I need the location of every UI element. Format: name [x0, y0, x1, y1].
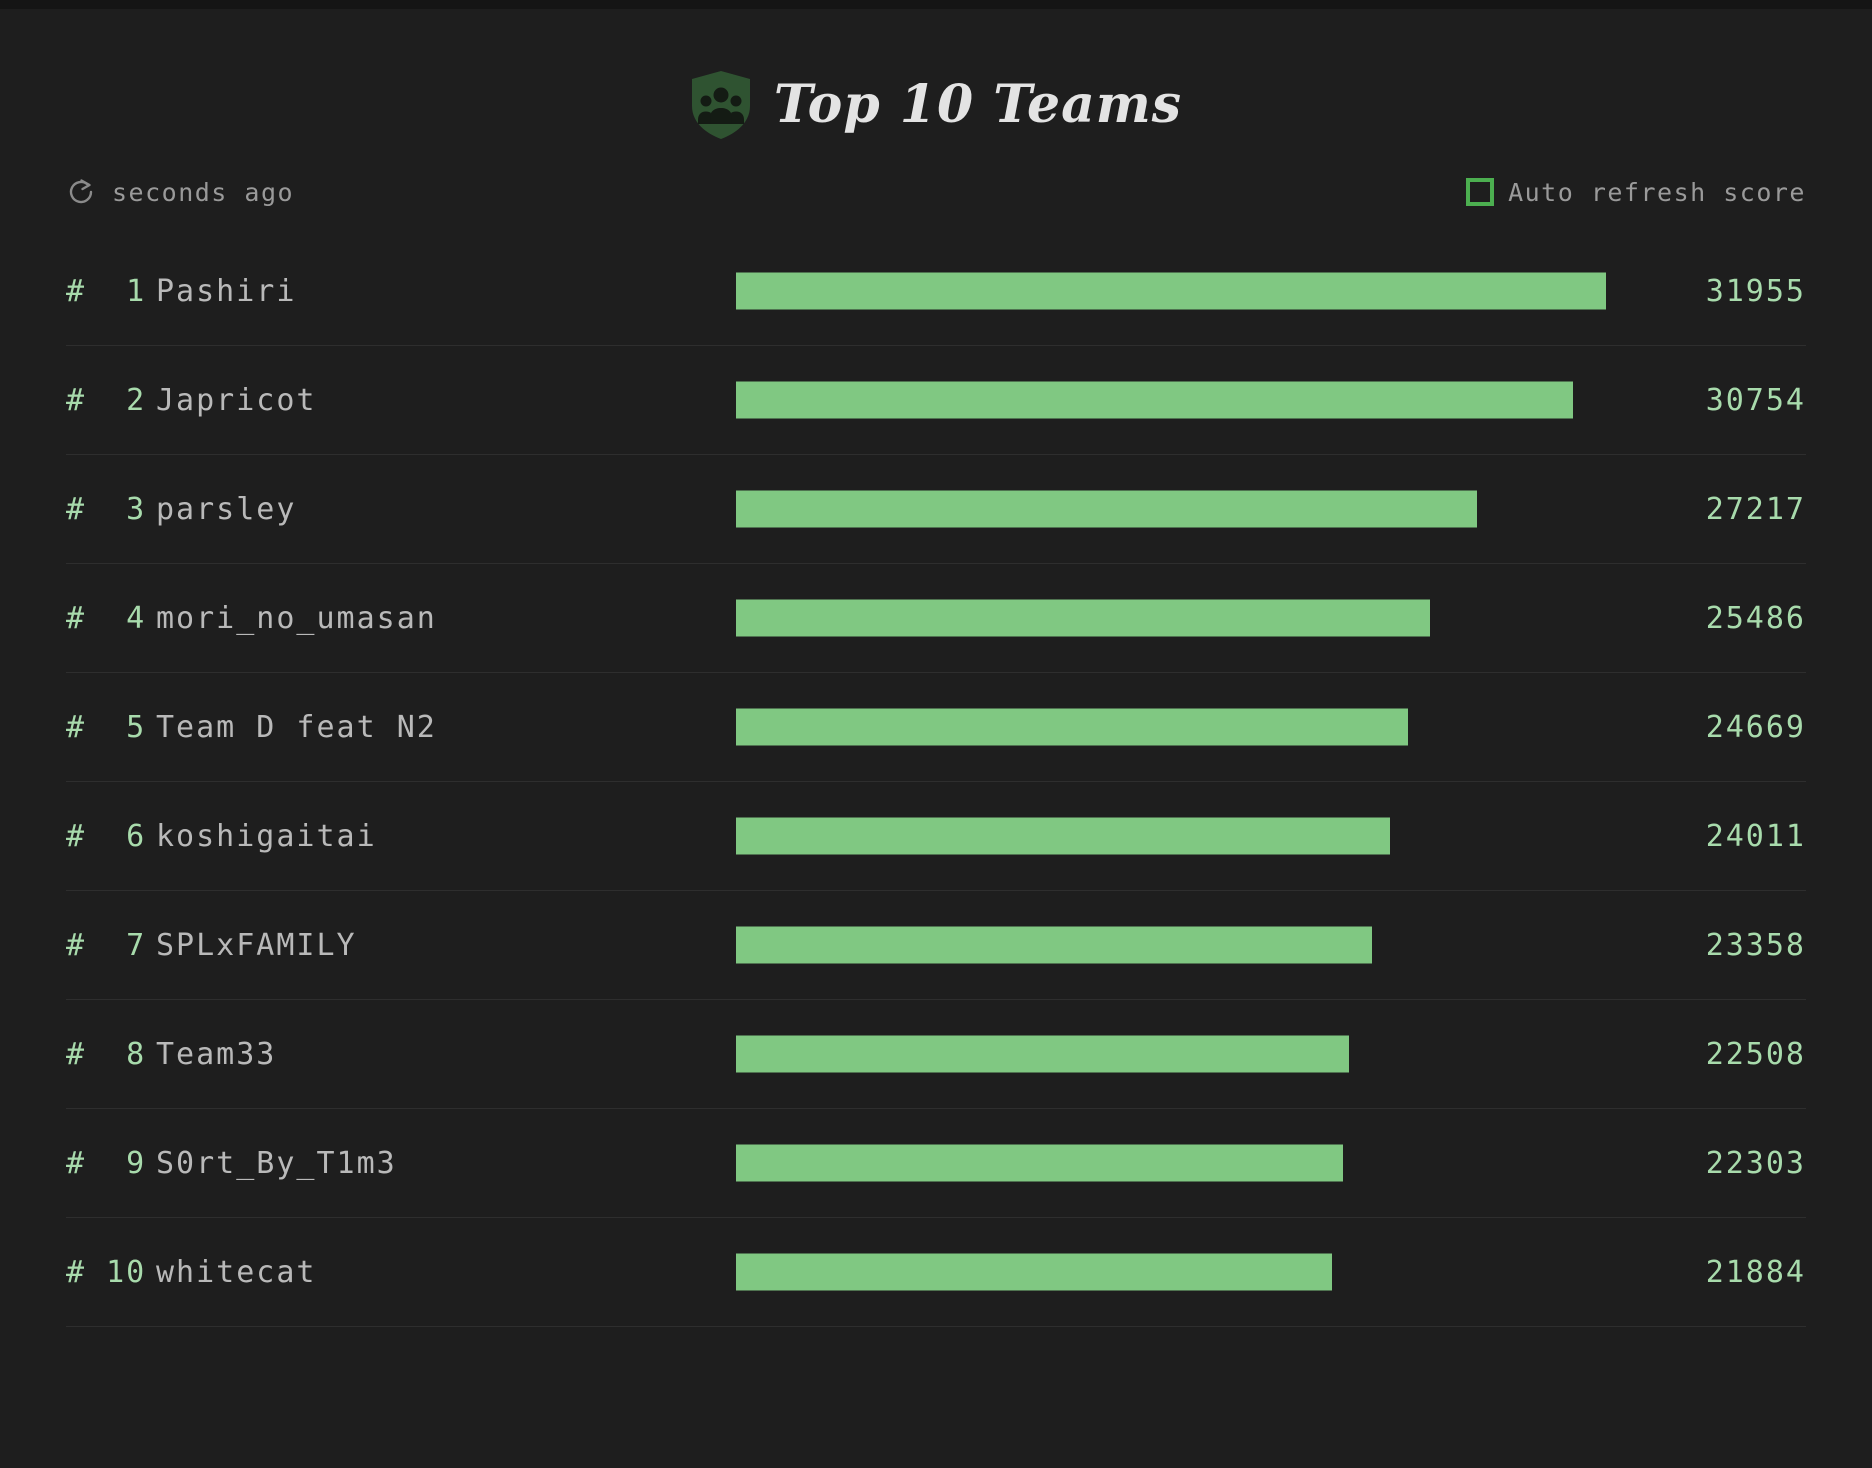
- team-name: parsley: [156, 491, 297, 527]
- score-value: 31955: [1705, 273, 1806, 309]
- table-row[interactable]: # 8 Team33 22508: [66, 1000, 1806, 1109]
- team-name: koshigaitai: [156, 818, 377, 854]
- rank-label: # 10: [66, 1254, 147, 1290]
- rank-label: # 3: [66, 491, 147, 527]
- auto-refresh-control[interactable]: Auto refresh score: [1466, 178, 1806, 207]
- score-bar: [736, 272, 1606, 310]
- table-row[interactable]: # 7 SPLxFAMILY 23358: [66, 891, 1806, 1000]
- team-name: Team33: [156, 1036, 277, 1072]
- table-row[interactable]: # 5 Team D feat N2 24669: [66, 673, 1806, 782]
- leaderboard-page: Top 10 Teams seconds ago Auto refresh sc…: [0, 0, 1872, 1468]
- score-bar-cell: [736, 673, 1606, 782]
- team-name: whitecat: [156, 1254, 317, 1290]
- score-value: 27217: [1705, 491, 1806, 527]
- score-bar: [736, 708, 1408, 746]
- table-row[interactable]: # 10 whitecat 21884: [66, 1218, 1806, 1327]
- auto-refresh-label: Auto refresh score: [1508, 177, 1806, 207]
- score-bar: [736, 1253, 1332, 1291]
- page-header: Top 10 Teams: [0, 9, 1872, 149]
- rank-label: # 7: [66, 927, 147, 963]
- top-strip: [0, 0, 1872, 9]
- leaderboard-table: # 1 Pashiri 31955 # 2 Japricot 30754 # 3 parsle…: [66, 237, 1806, 1327]
- score-value: 22508: [1705, 1036, 1806, 1072]
- score-value: 23358: [1705, 927, 1806, 963]
- score-bar-cell: [736, 346, 1606, 455]
- score-bar: [736, 599, 1430, 637]
- rank-label: # 4: [66, 600, 147, 636]
- team-name: Pashiri: [156, 273, 297, 309]
- score-bar-cell: [736, 1109, 1606, 1218]
- refresh-status[interactable]: seconds ago: [66, 177, 294, 207]
- score-bar-cell: [736, 891, 1606, 1000]
- score-bar-cell: [736, 237, 1606, 346]
- page-title: Top 10 Teams: [773, 74, 1183, 135]
- score-bar-cell: [736, 1218, 1606, 1327]
- controls-bar: seconds ago Auto refresh score: [66, 149, 1806, 213]
- table-row[interactable]: # 4 mori_no_umasan 25486: [66, 564, 1806, 673]
- team-name: SPLxFAMILY: [156, 927, 357, 963]
- refresh-icon[interactable]: [66, 177, 96, 207]
- score-bar: [736, 817, 1390, 855]
- team-name: S0rt_By_T1m3: [156, 1145, 397, 1181]
- score-bar: [736, 926, 1373, 964]
- rank-label: # 9: [66, 1145, 147, 1181]
- rank-label: # 1: [66, 273, 147, 309]
- score-bar: [736, 381, 1574, 419]
- rank-label: # 8: [66, 1036, 147, 1072]
- score-value: 21884: [1705, 1254, 1806, 1290]
- rank-label: # 6: [66, 818, 147, 854]
- score-value: 24669: [1705, 709, 1806, 745]
- table-row[interactable]: # 3 parsley 27217: [66, 455, 1806, 564]
- score-bar-cell: [736, 782, 1606, 891]
- score-value: 22303: [1705, 1145, 1806, 1181]
- shield-people-icon: [691, 71, 750, 139]
- table-row[interactable]: # 1 Pashiri 31955: [66, 237, 1806, 346]
- score-bar-cell: [736, 564, 1606, 673]
- team-name: mori_no_umasan: [156, 600, 437, 636]
- table-row[interactable]: # 2 Japricot 30754: [66, 346, 1806, 455]
- table-row[interactable]: # 6 koshigaitai 24011: [66, 782, 1806, 891]
- score-value: 30754: [1705, 382, 1806, 418]
- score-bar: [736, 490, 1478, 528]
- team-name: Team D feat N2: [156, 709, 437, 745]
- score-bar-cell: [736, 1000, 1606, 1109]
- team-name: Japricot: [156, 382, 317, 418]
- score-value: 25486: [1705, 600, 1806, 636]
- score-value: 24011: [1705, 818, 1806, 854]
- table-row[interactable]: # 9 S0rt_By_T1m3 22303: [66, 1109, 1806, 1218]
- score-bar: [736, 1035, 1349, 1073]
- rank-label: # 5: [66, 709, 147, 745]
- score-bar: [736, 1144, 1344, 1182]
- refresh-label: seconds ago: [112, 177, 295, 207]
- auto-refresh-checkbox[interactable]: [1466, 178, 1495, 206]
- score-bar-cell: [736, 455, 1606, 564]
- rank-label: # 2: [66, 382, 147, 418]
